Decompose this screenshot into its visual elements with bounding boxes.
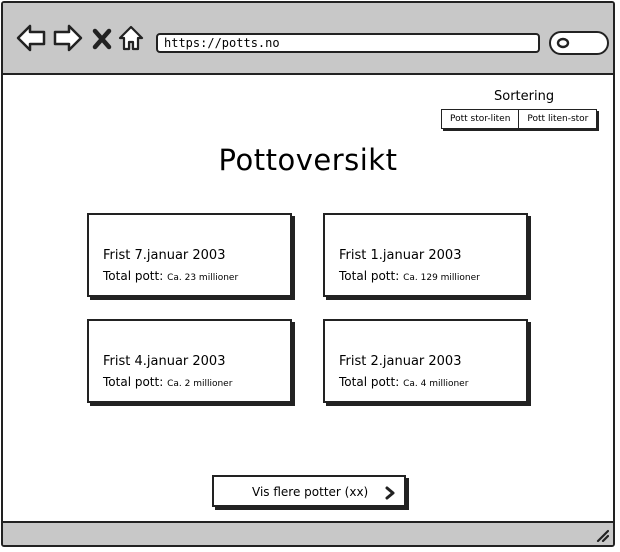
- pot-total: Total pott: Ca. 4 millioner: [339, 375, 468, 389]
- pot-total-label: Total pott:: [103, 375, 164, 389]
- pot-total: Total pott: Ca. 2 millioner: [103, 375, 232, 389]
- browser-toolbar: https://potts.no: [3, 3, 613, 75]
- pot-total: Total pott: Ca. 23 millioner: [103, 269, 238, 283]
- pot-amount: Ca. 23 millioner: [167, 273, 239, 283]
- browser-statusbar: [3, 521, 613, 545]
- browser-search-box[interactable]: [549, 31, 609, 55]
- chevron-right-icon: [385, 486, 395, 500]
- close-icon[interactable]: [91, 23, 113, 53]
- address-bar[interactable]: https://potts.no: [156, 33, 540, 53]
- browser-window: https://potts.no Sortering Pott stor-lit…: [1, 1, 615, 547]
- pot-card[interactable]: Frist 7.januar 2003 Total pott: Ca. 23 m…: [87, 213, 292, 297]
- show-more-button[interactable]: Vis flere potter (xx): [212, 475, 406, 507]
- pot-deadline: Frist 7.januar 2003: [103, 248, 226, 263]
- pot-deadline: Frist 4.januar 2003: [103, 354, 226, 369]
- pot-amount: Ca. 2 millioner: [167, 379, 233, 389]
- sort-desc-button[interactable]: Pott stor-liten: [442, 110, 518, 128]
- pot-amount: Ca. 4 millioner: [403, 379, 469, 389]
- pot-card[interactable]: Frist 4.januar 2003 Total pott: Ca. 2 mi…: [87, 319, 292, 403]
- forward-arrow-icon[interactable]: [53, 23, 83, 53]
- page-content: Sortering Pott stor-liten Pott liten-sto…: [3, 75, 613, 523]
- pot-total: Total pott: Ca. 129 millioner: [339, 269, 480, 283]
- show-more-label: Vis flere potter (xx): [252, 485, 369, 499]
- sort-asc-button[interactable]: Pott liten-stor: [518, 110, 596, 128]
- back-arrow-icon[interactable]: [16, 23, 46, 53]
- pot-total-label: Total pott:: [339, 375, 400, 389]
- pot-total-label: Total pott:: [339, 269, 400, 283]
- pot-amount: Ca. 129 millioner: [403, 273, 480, 283]
- pot-total-label: Total pott:: [103, 269, 164, 283]
- pot-deadline: Frist 1.januar 2003: [339, 248, 462, 263]
- pot-card[interactable]: Frist 1.januar 2003 Total pott: Ca. 129 …: [323, 213, 528, 297]
- resize-grip-icon[interactable]: [595, 528, 609, 542]
- home-icon[interactable]: [118, 23, 144, 53]
- pot-deadline: Frist 2.januar 2003: [339, 354, 462, 369]
- sort-segmented-control: Pott stor-liten Pott liten-stor: [441, 109, 598, 129]
- sort-label: Sortering: [494, 89, 555, 104]
- page-title: Pottoversikt: [218, 143, 398, 177]
- search-icon: [556, 37, 570, 49]
- pot-card[interactable]: Frist 2.januar 2003 Total pott: Ca. 4 mi…: [323, 319, 528, 403]
